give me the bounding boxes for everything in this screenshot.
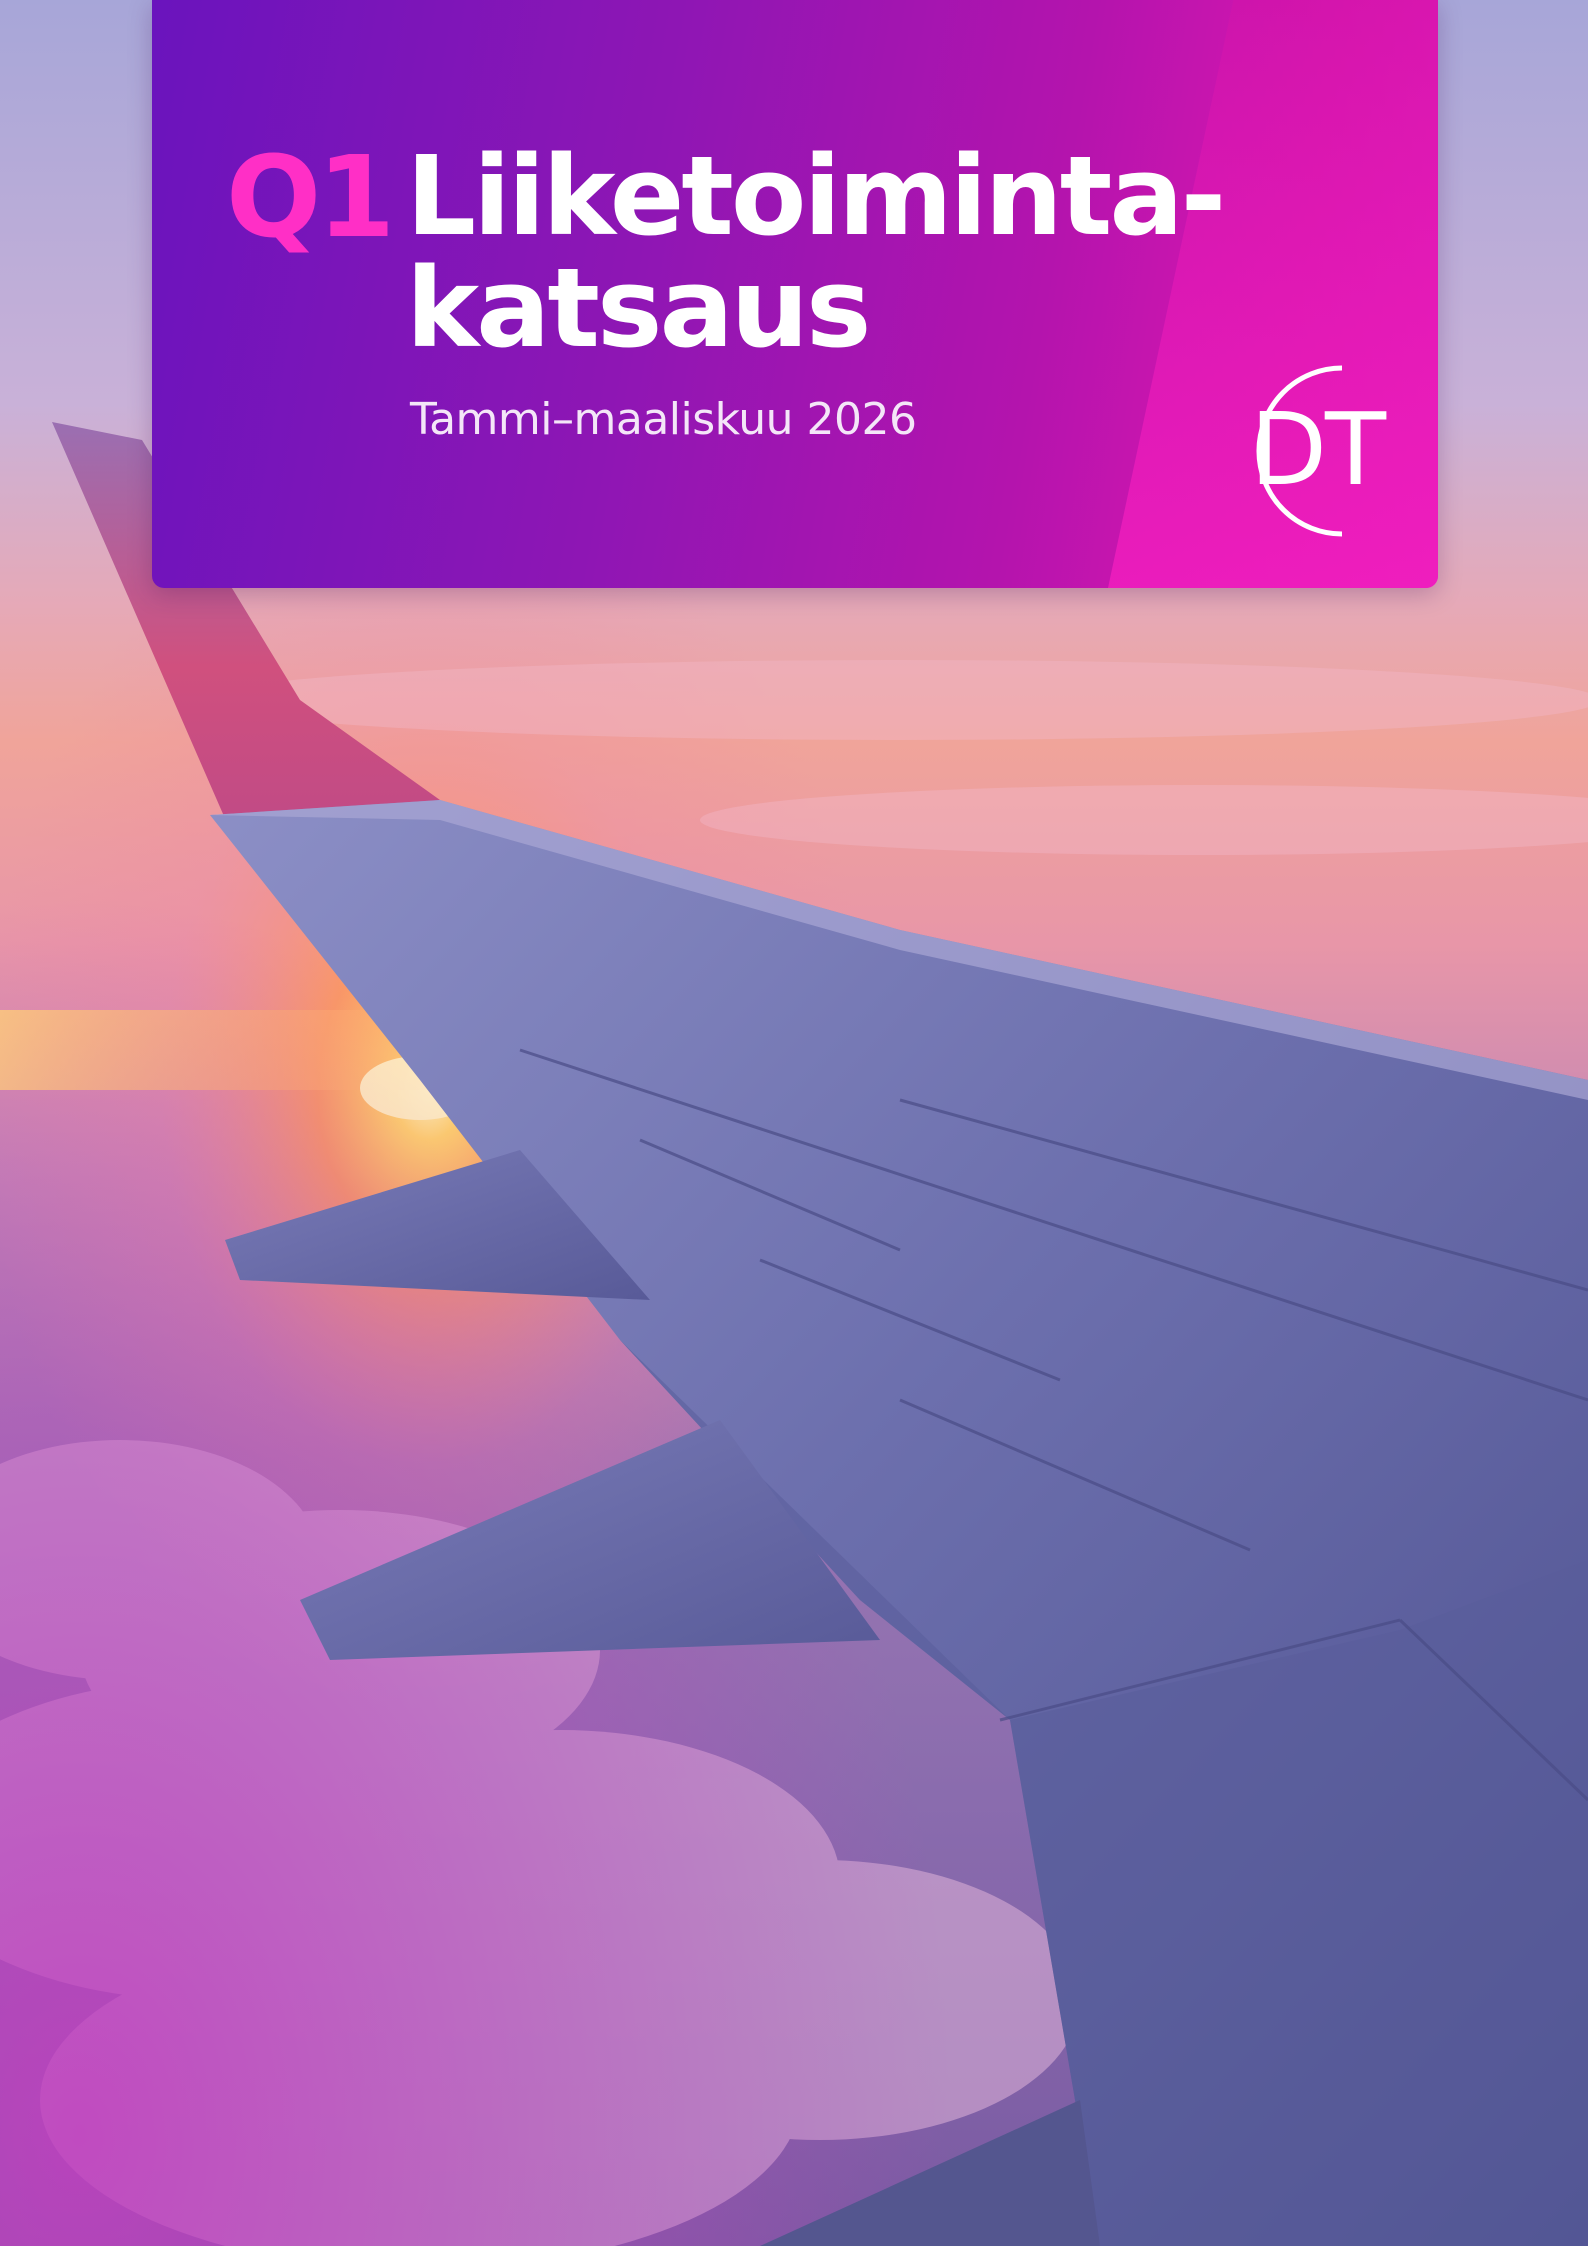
logo-text: DT	[1250, 391, 1386, 508]
report-period: Tammi–maaliskuu 2026	[410, 394, 917, 445]
brand-logo: DT	[1212, 362, 1412, 542]
report-title-line-2: katsaus	[406, 244, 871, 372]
report-title: Liiketoiminta- katsaus	[406, 132, 1226, 372]
quarter-label: Q1	[226, 133, 395, 263]
report-title-line-1: Liiketoiminta-	[406, 132, 1226, 260]
